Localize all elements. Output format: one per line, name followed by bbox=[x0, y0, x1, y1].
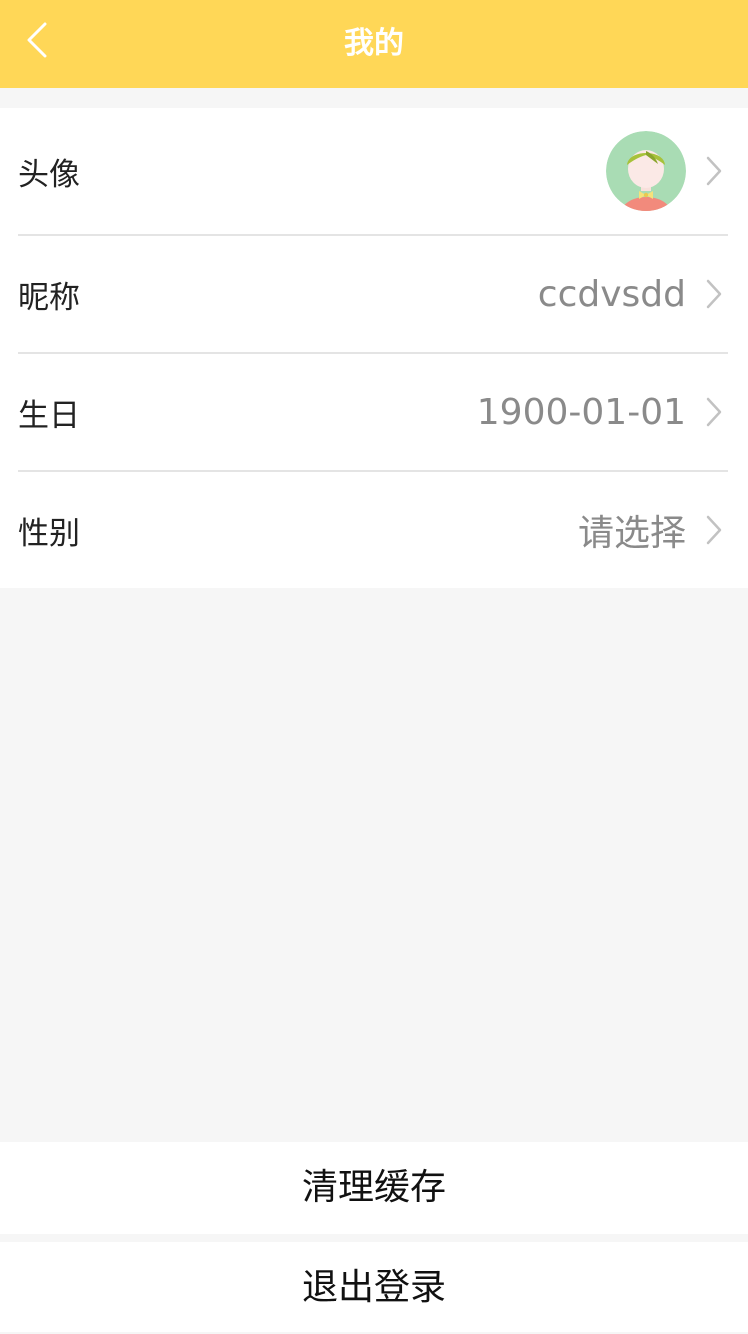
avatar bbox=[606, 131, 686, 211]
nickname-row[interactable]: 昵称 ccdvsdd bbox=[18, 236, 728, 354]
clear-cache-button[interactable]: 清理缓存 bbox=[0, 1142, 748, 1234]
avatar-girl-icon bbox=[606, 131, 686, 211]
page-title: 我的 bbox=[344, 26, 404, 61]
chevron-right-icon bbox=[706, 515, 722, 545]
avatar-label: 头像 bbox=[18, 156, 80, 193]
avatar-row[interactable]: 头像 bbox=[18, 108, 728, 236]
birthday-value: 1900-01-01 bbox=[476, 391, 686, 433]
chevron-right-icon bbox=[706, 279, 722, 309]
birthday-label: 生日 bbox=[18, 397, 80, 434]
profile-list: 头像 昵称 ccdvsdd 生日 1900-01-01 性别 请选择 bbox=[0, 108, 748, 588]
gender-value: 请选择 bbox=[577, 513, 686, 554]
nickname-value: ccdvsdd bbox=[537, 273, 686, 315]
gender-row[interactable]: 性别 请选择 bbox=[18, 472, 728, 588]
chevron-right-icon bbox=[706, 397, 722, 427]
birthday-row[interactable]: 生日 1900-01-01 bbox=[18, 354, 728, 472]
header-bar: 我的 bbox=[0, 0, 748, 88]
nickname-label: 昵称 bbox=[18, 279, 80, 316]
logout-button[interactable]: 退出登录 bbox=[0, 1242, 748, 1332]
gender-label: 性别 bbox=[18, 515, 80, 552]
chevron-right-icon bbox=[706, 156, 722, 186]
